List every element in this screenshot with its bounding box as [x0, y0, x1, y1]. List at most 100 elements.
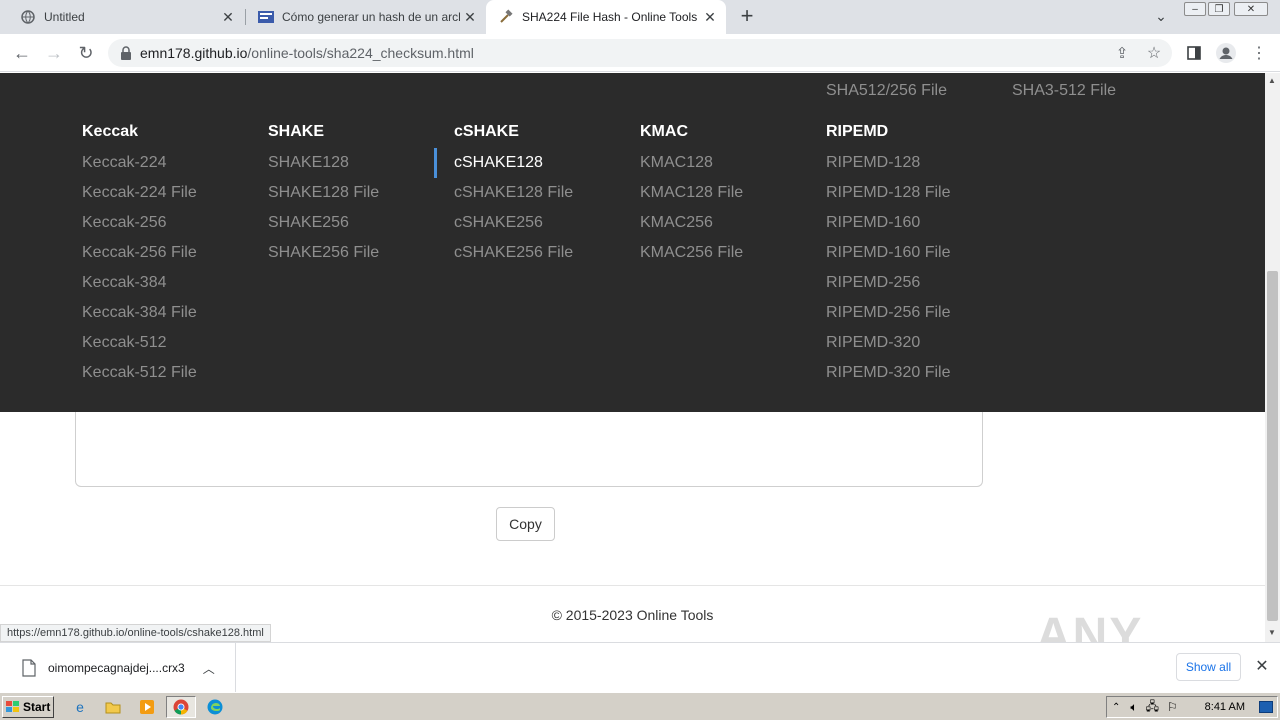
network-icon[interactable]: 🖧: [1146, 697, 1159, 718]
tab-hash-article[interactable]: Cómo generar un hash de un archivo ✕: [246, 0, 486, 34]
start-label: Start: [23, 700, 51, 714]
globe-icon: [20, 9, 36, 25]
scroll-up-icon[interactable]: ▲: [1268, 76, 1276, 85]
clock: 8:41 AM: [1204, 701, 1245, 713]
menu-link[interactable]: cSHAKE256: [454, 214, 543, 232]
close-tab-icon[interactable]: ✕: [700, 7, 720, 27]
tab-strip: Untitled ✕ Cómo generar un hash de un ar…: [0, 0, 1280, 34]
menu-link[interactable]: Keccak-512: [82, 334, 167, 352]
windows-logo-icon: [6, 701, 20, 713]
url-host: emn178.github.io: [140, 45, 248, 61]
flag-icon[interactable]: ⚐: [1167, 700, 1178, 714]
side-panel-icon[interactable]: [1182, 41, 1206, 65]
tray-expand-icon[interactable]: ⌃: [1112, 702, 1120, 713]
download-bar: oimompecagnajdej....crx3 ︿ Show all ✕: [0, 642, 1280, 693]
back-icon[interactable]: ←: [10, 41, 34, 65]
menu-link[interactable]: RIPEMD-320: [826, 334, 920, 352]
menu-link[interactable]: RIPEMD-160 File: [826, 244, 950, 262]
menu-link[interactable]: Keccak-224 File: [82, 184, 197, 202]
hammer-icon: [498, 9, 514, 25]
reload-icon[interactable]: ↻: [74, 41, 98, 65]
profile-avatar-icon[interactable]: [1214, 41, 1238, 65]
windows-taskbar: Start e ⌃ 🔈︎ 🖧 ⚐ 8:41 AM: [0, 692, 1280, 720]
menu-link[interactable]: KMAC256: [640, 214, 713, 232]
menu-link[interactable]: SHAKE128 File: [268, 184, 379, 202]
menu-link[interactable]: Keccak-384: [82, 274, 167, 292]
tab-title: SHA224 File Hash - Online Tools: [522, 10, 698, 24]
page-content: Copy © 2015-2023 Online Tools ANY RUN SH…: [0, 73, 1265, 642]
minimize-icon[interactable]: –: [1184, 2, 1206, 16]
chrome-icon[interactable]: [166, 696, 196, 718]
browser-toolbar: ← → ↻ emn178.github.io/online-tools/sha2…: [0, 34, 1280, 72]
menu-link[interactable]: RIPEMD-256 File: [826, 304, 950, 322]
show-desktop-icon[interactable]: [1259, 701, 1273, 713]
new-tab-icon[interactable]: +: [735, 3, 759, 28]
menu-heading: KMAC: [640, 123, 688, 140]
close-window-icon[interactable]: ✕: [1234, 2, 1268, 16]
menu-link[interactable]: RIPEMD-128 File: [826, 184, 950, 202]
menu-link[interactable]: RIPEMD-320 File: [826, 364, 950, 382]
tab-title: Cómo generar un hash de un archivo: [282, 10, 460, 24]
volume-icon[interactable]: 🔈︎: [1130, 700, 1137, 715]
tab-sha224[interactable]: SHA224 File Hash - Online Tools ✕: [486, 0, 726, 34]
menu-link[interactable]: Keccak-384 File: [82, 304, 197, 322]
tab-search-icon[interactable]: ⌄: [1149, 4, 1173, 28]
watermark-logo: ANY RUN: [1036, 609, 1143, 642]
file-icon: [22, 659, 36, 677]
close-download-bar-icon[interactable]: ✕: [1252, 656, 1272, 676]
site-favicon-icon: [258, 9, 274, 25]
page-scrollbar[interactable]: ▲ ▼: [1265, 73, 1280, 642]
link-status-bar: https://emn178.github.io/online-tools/cs…: [0, 624, 271, 642]
lock-icon: [120, 46, 132, 60]
active-item-indicator: [434, 148, 437, 178]
menu-heading: Keccak: [82, 123, 139, 140]
menu-link-sha512-256-file[interactable]: SHA512/256 File: [826, 82, 947, 100]
menu-link[interactable]: Keccak-256: [82, 214, 167, 232]
address-bar[interactable]: emn178.github.io/online-tools/sha224_che…: [108, 39, 1172, 67]
menu-link[interactable]: RIPEMD-256: [826, 274, 920, 292]
scroll-down-icon[interactable]: ▼: [1268, 628, 1276, 637]
footer-divider: [0, 585, 1265, 586]
menu-heading: RIPEMD: [826, 123, 889, 140]
menu-link-sha3-512-file[interactable]: SHA3-512 File: [1012, 82, 1116, 100]
menu-link-active[interactable]: cSHAKE128: [454, 154, 543, 172]
scroll-thumb[interactable]: [1267, 271, 1278, 621]
download-filename: oimompecagnajdej....crx3: [48, 661, 185, 675]
menu-heading: cSHAKE: [454, 123, 519, 140]
edge-icon[interactable]: [205, 698, 225, 716]
menu-link[interactable]: cSHAKE256 File: [454, 244, 573, 262]
menu-heading: SHAKE: [268, 123, 325, 140]
folder-icon[interactable]: [103, 698, 123, 716]
media-player-icon[interactable]: [137, 698, 157, 716]
menu-link[interactable]: KMAC128: [640, 154, 713, 172]
download-item[interactable]: oimompecagnajdej....crx3 ︿: [0, 643, 236, 693]
menu-link[interactable]: cSHAKE128 File: [454, 184, 573, 202]
copy-button[interactable]: Copy: [496, 507, 555, 541]
menu-link[interactable]: SHAKE256 File: [268, 244, 379, 262]
menu-link[interactable]: KMAC128 File: [640, 184, 743, 202]
menu-link[interactable]: KMAC256 File: [640, 244, 743, 262]
menu-kebab-icon[interactable]: ⋮: [1247, 41, 1271, 65]
menu-link[interactable]: Keccak-512 File: [82, 364, 197, 382]
menu-link[interactable]: Keccak-224: [82, 154, 167, 172]
share-icon[interactable]: ⇪: [1110, 41, 1134, 65]
internet-explorer-icon[interactable]: e: [70, 698, 90, 716]
tab-untitled[interactable]: Untitled ✕: [8, 0, 244, 34]
bookmark-star-icon[interactable]: ☆: [1142, 41, 1166, 65]
start-button[interactable]: Start: [2, 696, 54, 718]
tab-title: Untitled: [44, 10, 85, 24]
dropdown-mega-menu: SHA512/256 File SHA3-512 File Keccak Kec…: [0, 73, 1265, 412]
close-tab-icon[interactable]: ✕: [218, 7, 238, 27]
menu-link[interactable]: RIPEMD-160: [826, 214, 920, 232]
menu-link[interactable]: RIPEMD-128: [826, 154, 920, 172]
menu-link[interactable]: Keccak-256 File: [82, 244, 197, 262]
show-all-button[interactable]: Show all: [1176, 653, 1241, 681]
forward-icon[interactable]: →: [42, 41, 66, 65]
menu-link[interactable]: SHAKE256: [268, 214, 349, 232]
menu-link[interactable]: SHAKE128: [268, 154, 349, 172]
url-path: /online-tools/sha224_checksum.html: [247, 45, 474, 61]
system-tray: ⌃ 🔈︎ 🖧 ⚐ 8:41 AM: [1106, 696, 1278, 718]
restore-icon[interactable]: ❐: [1208, 2, 1230, 16]
close-tab-icon[interactable]: ✕: [460, 7, 480, 27]
chevron-up-icon[interactable]: ︿: [203, 660, 215, 677]
